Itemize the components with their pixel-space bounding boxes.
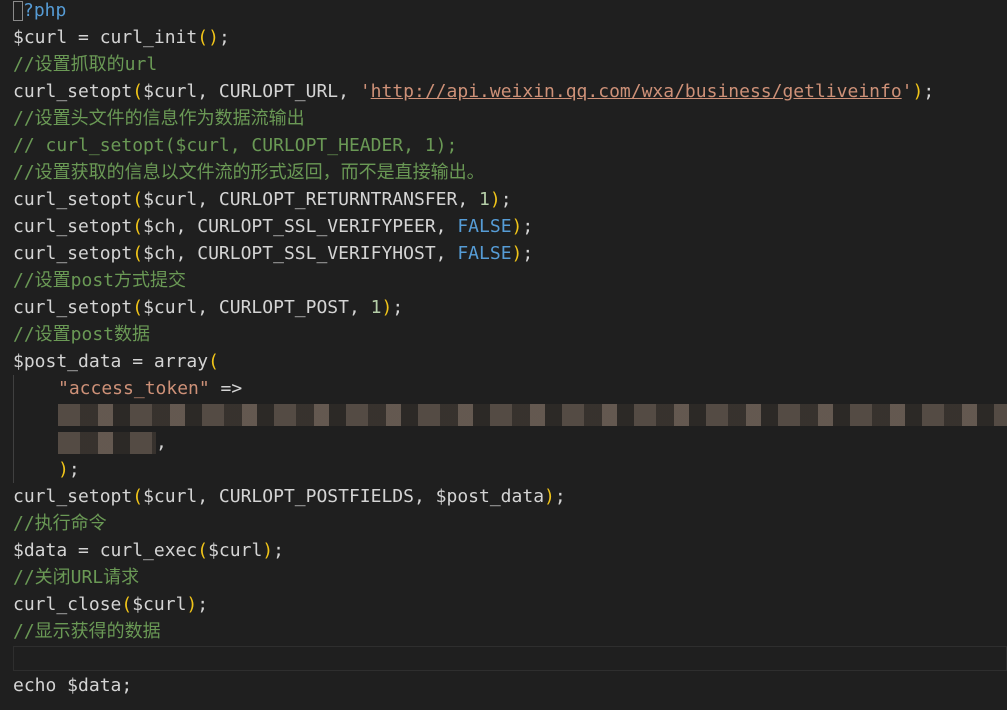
arguments: $curl, CURLOPT_URL, xyxy=(143,81,360,102)
variable: $post_data xyxy=(13,351,122,372)
paren: ) xyxy=(511,243,523,264)
code-line-12[interactable]: curl_setopt($curl, CURLOPT_POST, 1); xyxy=(13,294,403,321)
arguments: $curl, CURLOPT_POST, xyxy=(143,297,371,318)
code-line-20[interactable]: //执行命令 xyxy=(13,510,107,537)
code-line-13[interactable]: //设置post数据 xyxy=(13,321,150,348)
semicolon: ; xyxy=(392,297,404,318)
operator: = xyxy=(67,540,100,561)
paren: ( xyxy=(197,540,209,561)
arguments: $curl xyxy=(132,594,187,615)
code-line-4[interactable]: curl_setopt($curl, CURLOPT_URL, 'http://… xyxy=(13,78,934,105)
code-line-8[interactable]: curl_setopt($curl, CURLOPT_RETURNTRANSFE… xyxy=(13,186,512,213)
semicolon: ; xyxy=(522,216,534,237)
paren: ) xyxy=(381,297,393,318)
code-line-22[interactable]: //关闭URL请求 xyxy=(13,564,139,591)
paren: ) xyxy=(489,189,501,210)
operator: = xyxy=(67,27,100,48)
code-line-5[interactable]: //设置头文件的信息作为数据流输出 xyxy=(13,105,305,132)
function-name: curl_init xyxy=(99,27,198,48)
arguments: $curl, CURLOPT_POSTFIELDS, $post_data xyxy=(143,486,545,507)
semicolon: ; xyxy=(68,459,80,480)
semicolon: ; xyxy=(218,27,230,48)
indent-guide xyxy=(13,375,14,483)
code-line-21[interactable]: $data = curl_exec($curl); xyxy=(13,537,284,564)
arguments: $curl, CURLOPT_RETURNTRANSFER, xyxy=(143,189,480,210)
text-cursor xyxy=(13,1,23,21)
code-line-18[interactable]: ); xyxy=(58,456,80,483)
arguments: $ch, CURLOPT_SSL_VERIFYHOST, xyxy=(143,243,458,264)
code-line-17[interactable]: , xyxy=(58,429,167,456)
paren: ( xyxy=(132,297,144,318)
code-line-10[interactable]: curl_setopt($ch, CURLOPT_SSL_VERIFYHOST,… xyxy=(13,240,533,267)
paren: ) xyxy=(262,540,274,561)
paren: ) xyxy=(544,486,555,507)
function-name: curl_setopt xyxy=(13,81,133,102)
code-line-19[interactable]: curl_setopt($curl, CURLOPT_POSTFIELDS, $… xyxy=(13,483,566,510)
arguments: $ch, CURLOPT_SSL_VERIFYPEER, xyxy=(143,216,458,237)
operator: = xyxy=(121,351,154,372)
code-line-23[interactable]: curl_close($curl); xyxy=(13,591,208,618)
code-line-26[interactable]: echo $data; xyxy=(13,672,132,699)
number: 1 xyxy=(479,189,490,210)
url-string[interactable]: http://api.weixin.qq.com/wxa/business/ge… xyxy=(371,81,902,102)
semicolon: ; xyxy=(197,594,209,615)
paren: ( xyxy=(132,243,144,264)
paren: ) xyxy=(186,594,198,615)
function-name: curl_setopt xyxy=(13,297,133,318)
quote: ' xyxy=(359,81,371,102)
function-name: curl_setopt xyxy=(13,486,133,507)
number: 1 xyxy=(370,297,382,318)
function-name: array xyxy=(153,351,209,372)
semicolon: ; xyxy=(554,486,566,507)
paren: ) xyxy=(511,216,523,237)
semicolon: ; xyxy=(273,540,284,561)
string-key: "access_token" xyxy=(58,378,210,399)
function-name: curl_setopt xyxy=(13,216,133,237)
paren: ( xyxy=(132,189,144,210)
redacted-token-end xyxy=(58,432,156,454)
variable: $curl xyxy=(13,27,68,48)
code-line-15[interactable]: "access_token" => xyxy=(58,375,242,402)
paren: ( xyxy=(132,216,144,237)
paren: ( xyxy=(132,81,144,102)
semicolon: ; xyxy=(923,81,935,102)
semicolon: ; xyxy=(500,189,512,210)
code-editor[interactable]: ?php $curl = curl_init(); //设置抓取的url cur… xyxy=(0,0,1007,710)
semicolon: ; xyxy=(522,243,534,264)
function-name: curl_setopt xyxy=(13,243,133,264)
code-line-2[interactable]: $curl = curl_init(); xyxy=(13,24,230,51)
code-line-7[interactable]: //设置获取的信息以文件流的形式返回，而不是直接输出。 xyxy=(13,159,485,186)
function-name: curl_setopt xyxy=(13,189,133,210)
code-line-9[interactable]: curl_setopt($ch, CURLOPT_SSL_VERIFYPEER,… xyxy=(13,213,533,240)
paren: ( xyxy=(208,351,219,372)
quote: ' xyxy=(901,81,913,102)
redacted-token xyxy=(58,404,1007,426)
code-line-1[interactable]: ?php xyxy=(13,0,66,24)
code-line-24[interactable]: //显示获得的数据 xyxy=(13,618,161,645)
function-name: curl_close xyxy=(13,594,122,615)
current-line-highlight[interactable] xyxy=(13,646,1007,671)
paren: ( xyxy=(132,486,144,507)
paren: ( xyxy=(121,594,133,615)
paren: ) xyxy=(58,459,69,480)
paren: ) xyxy=(912,81,924,102)
arguments: $curl xyxy=(208,540,263,561)
paren: () xyxy=(197,27,219,48)
operator: => xyxy=(209,378,243,399)
constant: FALSE xyxy=(457,216,512,237)
code-line-3[interactable]: //设置抓取的url xyxy=(13,51,157,78)
constant: FALSE xyxy=(457,243,512,264)
comma: , xyxy=(156,432,167,453)
code-line-6[interactable]: // curl_setopt($curl, CURLOPT_HEADER, 1)… xyxy=(13,132,457,159)
code-line-11[interactable]: //设置post方式提交 xyxy=(13,267,186,294)
variable: $data xyxy=(13,540,68,561)
function-name: curl_exec xyxy=(99,540,198,561)
code-line-14[interactable]: $post_data = array( xyxy=(13,348,219,375)
php-open-tag: ?php xyxy=(23,0,67,21)
